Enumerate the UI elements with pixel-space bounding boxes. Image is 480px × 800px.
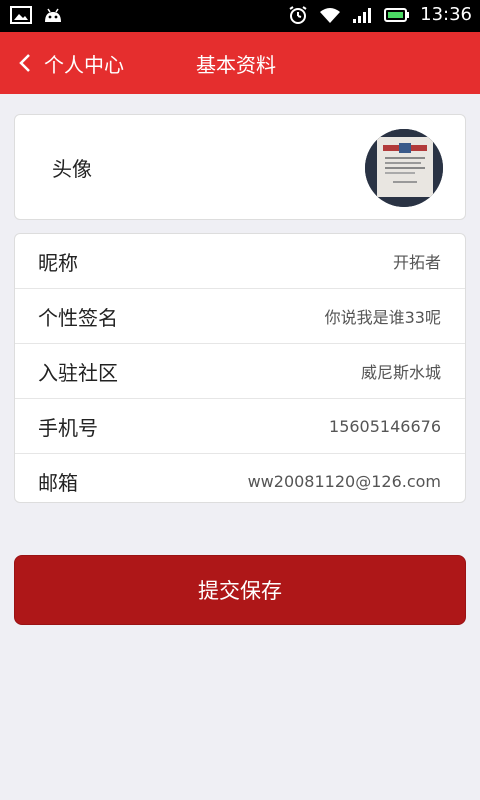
email-label: 邮箱: [38, 470, 78, 495]
email-row[interactable]: 邮箱 ww20081120@126.com: [15, 454, 465, 508]
status-bar: 13:36: [0, 0, 480, 32]
email-value: ww20081120@126.com: [247, 471, 441, 491]
submit-save-button[interactable]: 提交保存: [14, 555, 466, 625]
signal-icon: [353, 7, 372, 23]
chevron-left-icon: [19, 54, 30, 72]
avatar-row[interactable]: 头像: [14, 114, 466, 220]
signature-row[interactable]: 个性签名 你说我是谁33呢: [15, 289, 465, 344]
nickname-value: 开拓者: [392, 253, 441, 272]
phone-value: 15605146676: [329, 416, 441, 436]
avatar[interactable]: [365, 129, 443, 207]
alarm-icon: [289, 5, 307, 24]
wifi-icon: [320, 7, 341, 23]
nickname-row[interactable]: 昵称 开拓者: [15, 234, 465, 289]
back-button[interactable]: 个人中心: [18, 32, 124, 94]
status-time: 13:36: [420, 4, 472, 25]
signature-value: 你说我是谁33呢: [324, 308, 441, 327]
image-icon: [10, 6, 32, 24]
android-icon: [45, 8, 61, 22]
community-value: 威尼斯水城: [360, 363, 441, 382]
profile-info-list: 昵称 开拓者 个性签名 你说我是谁33呢 入驻社区 威尼斯水城 手机号 1560…: [14, 233, 466, 503]
back-label: 个人中心: [44, 52, 124, 77]
community-label: 入驻社区: [38, 360, 118, 385]
phone-label: 手机号: [38, 415, 98, 440]
battery-icon: [384, 7, 410, 22]
page-title: 基本资料: [196, 52, 276, 77]
signature-label: 个性签名: [38, 305, 118, 330]
community-row[interactable]: 入驻社区 威尼斯水城: [15, 344, 465, 399]
phone-row[interactable]: 手机号 15605146676: [15, 399, 465, 454]
avatar-label: 头像: [52, 156, 92, 181]
nav-bar: 个人中心 基本资料: [0, 32, 480, 94]
nickname-label: 昵称: [38, 250, 78, 275]
